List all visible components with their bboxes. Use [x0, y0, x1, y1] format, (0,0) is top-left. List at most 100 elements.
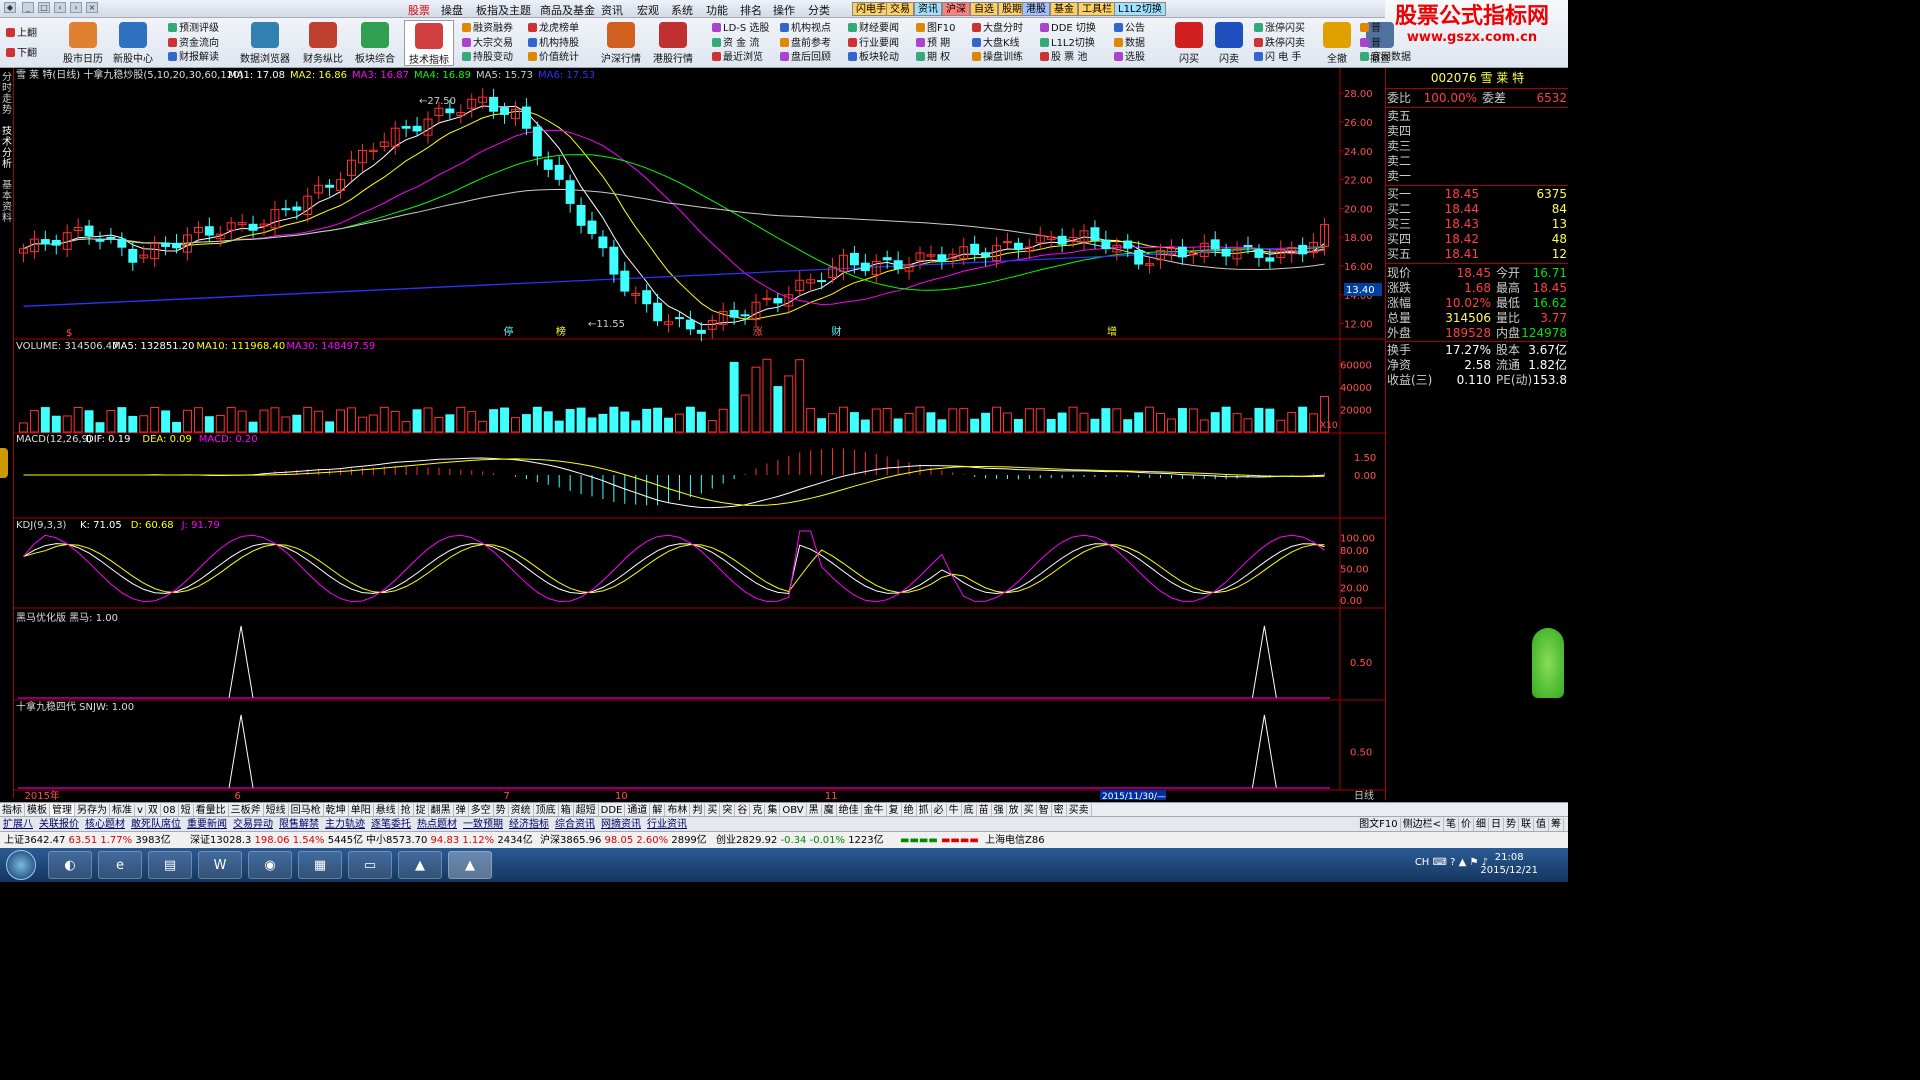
side-collapse-handle[interactable]: [0, 448, 8, 478]
taskbar-app-calc-icon[interactable]: ▦: [298, 851, 342, 879]
tool-button-3[interactable]: 财务纵比: [298, 20, 348, 66]
info-tab-13[interactable]: 网摘资讯: [598, 818, 644, 831]
right-tab-4[interactable]: 细: [1474, 818, 1489, 831]
tool-link-16[interactable]: 行业要闻: [848, 37, 899, 51]
menu-tag-2[interactable]: 资讯: [914, 2, 942, 16]
taskbar-app-ie-icon[interactable]: e: [98, 851, 142, 879]
tool-button-9[interactable]: 闪卖: [1204, 20, 1254, 66]
menu-item-1[interactable]: 操盘: [441, 2, 463, 18]
right-tab-7[interactable]: 联: [1519, 818, 1534, 831]
menu-tag-1[interactable]: 交易: [886, 2, 914, 16]
info-tab-7[interactable]: 主力轨迹: [322, 818, 368, 831]
close-icon[interactable]: ×: [86, 2, 98, 13]
indicator-tab-38[interactable]: 魔: [822, 804, 837, 816]
zx-index[interactable]: 中小8573.70 94.83 1.12% 2434亿: [366, 832, 533, 848]
indicator-tab-34[interactable]: 克: [750, 804, 766, 816]
tool-link-7[interactable]: 机构持股: [528, 37, 579, 51]
indicator-tab-36[interactable]: OBV: [780, 804, 807, 816]
tool-link-24[interactable]: DDE 切换: [1040, 22, 1096, 36]
indicator-tab-8[interactable]: 短: [179, 804, 194, 816]
indicator-tab-45[interactable]: 牛: [947, 804, 962, 816]
info-tab-5[interactable]: 交易异动: [230, 818, 276, 831]
indicator-tab-3[interactable]: 另存为: [75, 804, 110, 816]
menu-item-8[interactable]: 排名: [740, 2, 762, 18]
k-line-chart-area[interactable]: 雪 莱 特(日线) 十拿九稳炒股(5,10,20,30,60,120) MA1: …: [14, 68, 1385, 800]
right-tab-9[interactable]: 筹: [1549, 818, 1564, 831]
tool-link-21[interactable]: 大盘分时: [972, 22, 1023, 36]
tool-link-34[interactable]: 普: [1360, 37, 1381, 51]
menu-item-9[interactable]: 操作: [773, 2, 795, 18]
indicator-tab-44[interactable]: 必: [932, 804, 947, 816]
tool-link-17[interactable]: 板块轮动: [848, 51, 899, 65]
right-tab-1[interactable]: 侧边栏<: [1401, 818, 1444, 831]
menu-item-4[interactable]: 资讯: [601, 2, 623, 18]
indicator-tab-13[interactable]: 乾坤: [324, 804, 349, 816]
tool-link-26[interactable]: 股 票 池: [1040, 51, 1087, 65]
indicator-tab-4[interactable]: 标准: [110, 804, 135, 816]
indicator-tab-15[interactable]: 悬线: [374, 804, 399, 816]
indicator-tab-17[interactable]: 捉: [414, 804, 429, 816]
indicator-tab-35[interactable]: 集: [765, 804, 781, 816]
tool-link-31[interactable]: 跌停闪卖: [1254, 37, 1305, 51]
menu-item-2[interactable]: 板指及主题: [476, 2, 531, 18]
indicator-tab-6[interactable]: 双: [146, 804, 161, 816]
tool-button-5[interactable]: 技术指标: [404, 20, 454, 66]
menu-tag-8[interactable]: 工具栏: [1078, 2, 1116, 16]
indicator-tab-23[interactable]: 顶底: [534, 804, 559, 816]
taskbar-app-stock-icon[interactable]: ▲: [398, 851, 442, 879]
tool-link-3[interactable]: 融资融券: [462, 22, 513, 36]
indicator-tab-19[interactable]: 弹: [454, 804, 469, 816]
tool-link-27[interactable]: 公告: [1114, 22, 1145, 36]
tool-link-10[interactable]: 资 金 流: [712, 37, 759, 51]
menu-item-10[interactable]: 分类: [808, 2, 830, 18]
tool-link-35[interactable]: 官网数据: [1360, 51, 1411, 65]
tool-link-19[interactable]: 预 期: [916, 37, 950, 51]
indicator-tab-50[interactable]: 买: [1022, 804, 1037, 816]
taskbar-app-ucweb-icon[interactable]: ◉: [248, 851, 292, 879]
minimize-icon[interactable]: _: [22, 2, 34, 13]
menu-tag-7[interactable]: 基金: [1050, 2, 1078, 16]
page-up-button[interactable]: 上翻: [6, 27, 37, 41]
indicator-tab-48[interactable]: 强: [992, 804, 1007, 816]
tool-link-22[interactable]: 大盘K线: [972, 37, 1020, 51]
indicator-tab-31[interactable]: 买: [705, 804, 721, 816]
info-tab-0[interactable]: 扩展八: [0, 818, 36, 831]
indicator-tab-16[interactable]: 抢: [399, 804, 414, 816]
tool-link-0[interactable]: 预测评级: [168, 22, 219, 36]
indicator-tab-53[interactable]: 买卖: [1067, 804, 1092, 816]
tool-link-6[interactable]: 龙虎榜单: [528, 22, 579, 36]
tool-link-29[interactable]: 选股: [1114, 51, 1145, 65]
info-tab-6[interactable]: 限售解禁: [276, 818, 322, 831]
cy-index[interactable]: 创业2829.92 -0.34 -0.01% 1223亿: [716, 832, 884, 848]
speedup-ad-icon[interactable]: [1532, 628, 1564, 698]
indicator-tab-14[interactable]: 单阳: [349, 804, 374, 816]
right-tab-8[interactable]: 值: [1534, 818, 1549, 831]
info-tab-1[interactable]: 关联报价: [36, 818, 82, 831]
taskbar-app-stock-active-icon[interactable]: ▲: [448, 851, 492, 879]
menu-item-0[interactable]: 股票: [408, 2, 430, 18]
indicator-tab-51[interactable]: 智: [1037, 804, 1052, 816]
menu-tag-3[interactable]: 沪深: [942, 2, 970, 16]
right-tab-6[interactable]: 势: [1504, 818, 1519, 831]
server-status[interactable]: 上海电信Z86: [985, 832, 1045, 848]
tool-link-28[interactable]: 数据: [1114, 37, 1145, 51]
taskbar-app-folder-icon[interactable]: ▤: [148, 851, 192, 879]
indicator-tab-12[interactable]: 回马枪: [289, 804, 324, 816]
tool-link-18[interactable]: 图F10: [916, 22, 955, 36]
menu-tag-6[interactable]: 港股: [1022, 2, 1050, 16]
menu-item-7[interactable]: 功能: [706, 2, 728, 18]
tool-link-25[interactable]: L1L2切换: [1040, 37, 1095, 51]
indicator-tab-49[interactable]: 放: [1007, 804, 1022, 816]
indicator-tab-7[interactable]: 08: [161, 804, 179, 816]
indicator-tab-33[interactable]: 谷: [735, 804, 751, 816]
right-tab-5[interactable]: 日: [1489, 818, 1504, 831]
info-tab-4[interactable]: 重要新闻: [184, 818, 230, 831]
restore-icon[interactable]: □: [38, 2, 50, 13]
info-tab-14[interactable]: 行业资讯: [644, 818, 690, 831]
start-button[interactable]: [6, 850, 36, 880]
info-tab-9[interactable]: 热点题材: [414, 818, 460, 831]
tool-link-33[interactable]: 普: [1360, 22, 1381, 36]
indicator-tab-39[interactable]: 绝佳: [837, 804, 862, 816]
taskbar-app-qq-icon[interactable]: ◐: [48, 851, 92, 879]
indicator-tab-10[interactable]: 三板斧: [229, 804, 264, 816]
